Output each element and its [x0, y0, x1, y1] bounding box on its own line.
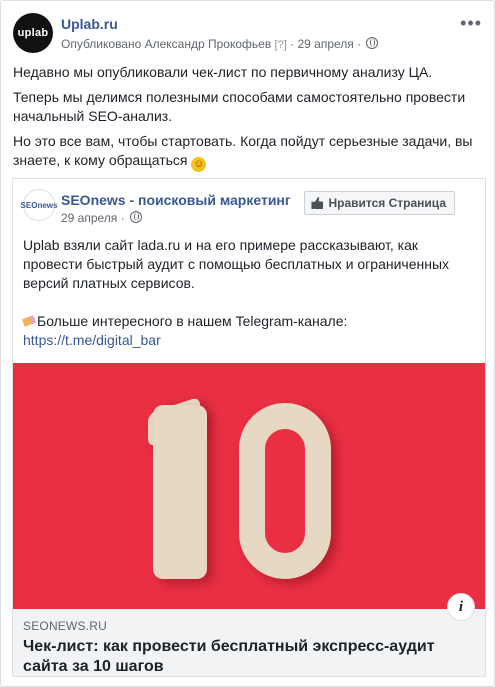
paragraph: Недавно мы опубликовали чек-лист по перв…	[13, 64, 433, 80]
separator: ·	[357, 37, 365, 51]
shared-page-name-link[interactable]: SEOnews - поисковый маркетинг	[61, 192, 291, 208]
post-meta: Опубликовано Александр Прокофьев [?] · 2…	[61, 37, 379, 51]
shared-post: SEOnews SEOnews - поисковый маркетинг 29…	[12, 178, 486, 677]
globe-icon[interactable]	[130, 211, 142, 223]
digit-zero	[239, 403, 331, 579]
published-by[interactable]: Опубликовано Александр Прокофьев	[61, 37, 271, 51]
page-name-link[interactable]: Uplab.ru	[61, 16, 118, 32]
avatar[interactable]: SEOnews	[21, 189, 57, 221]
like-page-label: Нравится Страница	[328, 196, 446, 210]
paragraph: Uplab взяли сайт lada.ru и на его пример…	[23, 237, 450, 291]
pencil-emoji-icon	[21, 315, 37, 327]
like-page-button[interactable]: Нравится Страница	[304, 191, 455, 215]
more-dots-icon[interactable]: •••	[460, 13, 482, 34]
facebook-post: uplab Uplab.ru Опубликовано Александр Пр…	[0, 0, 495, 687]
link-domain: SEONEWS.RU	[23, 619, 108, 633]
paragraph-text: Больше интересного в нашем Telegram-кана…	[37, 313, 348, 329]
smile-emoji-icon: ☺	[191, 157, 207, 172]
post-date[interactable]: 29 апреля	[297, 37, 353, 51]
shared-date[interactable]: 29 апреля	[61, 211, 117, 225]
separator: ·	[120, 211, 128, 225]
shared-meta: 29 апреля ·	[61, 211, 142, 225]
paragraph: Теперь мы делимся полезными способами са…	[13, 89, 466, 124]
link-title[interactable]: Чек-лист: как провести бесплатный экспре…	[23, 637, 455, 677]
help-link[interactable]: [?]	[275, 39, 287, 51]
post-text: Недавно мы опубликовали чек-лист по перв…	[13, 63, 482, 178]
paragraph: Но это все вам, чтобы стартовать. Когда …	[13, 132, 482, 172]
avatar[interactable]: uplab	[13, 13, 53, 53]
info-icon[interactable]: i	[447, 593, 475, 621]
shared-header: SEOnews SEOnews - поисковый маркетинг 29…	[13, 179, 485, 235]
paragraph-text: Но это все вам, чтобы стартовать. Когда …	[13, 133, 473, 168]
post-header: uplab Uplab.ru Опубликовано Александр Пр…	[13, 13, 482, 63]
link-preview-caption[interactable]: i SEONEWS.RU Чек-лист: как провести бесп…	[13, 593, 485, 677]
shared-text: Uplab взяли сайт lada.ru и на его пример…	[21, 236, 471, 350]
number-10-image[interactable]	[13, 363, 485, 609]
telegram-link[interactable]: https://t.me/digital_bar	[23, 332, 161, 348]
globe-icon[interactable]	[366, 37, 379, 49]
thumbs-up-icon	[311, 197, 324, 209]
paragraph: Больше интересного в нашем Telegram-кана…	[21, 312, 471, 350]
digit-one	[153, 405, 207, 579]
